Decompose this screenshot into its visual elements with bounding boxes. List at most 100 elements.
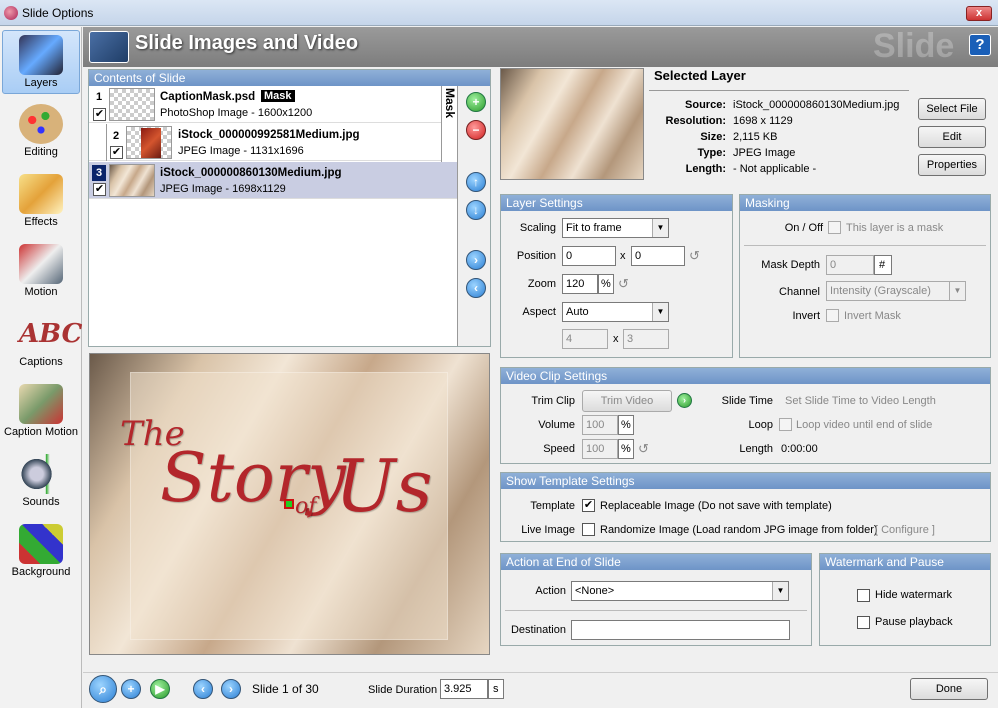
- resolution-value: 1698 x 1129: [733, 115, 793, 127]
- channel-dropdown[interactable]: Intensity (Grayscale) ▼: [826, 281, 966, 301]
- loop-label: Loop: [748, 419, 773, 431]
- selected-layer-thumbnail: [500, 68, 644, 180]
- aspect-height-input[interactable]: 3: [623, 329, 669, 349]
- layer-visible-checkbox[interactable]: ✔: [110, 146, 123, 159]
- volume-percent-unit: %: [618, 415, 634, 435]
- divider: [505, 610, 807, 611]
- next-slide-button[interactable]: ›: [221, 679, 241, 699]
- trim-video-button[interactable]: Trim Video: [582, 390, 672, 412]
- size-value: 2,115 KB: [733, 131, 778, 143]
- layer-thumbnail: [126, 126, 172, 159]
- slide-duration-input[interactable]: 3.925: [440, 679, 488, 699]
- reset-zoom-icon[interactable]: ↺: [618, 276, 629, 292]
- position-x-input[interactable]: 0: [562, 246, 616, 266]
- play-video-button[interactable]: ›: [677, 393, 692, 408]
- properties-button[interactable]: Properties: [918, 154, 986, 176]
- help-button[interactable]: ?: [969, 34, 991, 56]
- sidebar-item-sounds[interactable]: Sounds: [2, 450, 80, 514]
- select-file-button[interactable]: Select File: [918, 98, 986, 120]
- sidebar-item-label: Layers: [24, 77, 58, 89]
- speed-input[interactable]: 100: [582, 439, 618, 459]
- x-separator: x: [620, 250, 626, 262]
- layer-row-3[interactable]: 3 ✔ iStock_000000860130Medium.jpg JPEG I…: [89, 162, 457, 199]
- reset-speed-icon[interactable]: ↺: [638, 441, 649, 457]
- next-layer-button[interactable]: ›: [466, 250, 486, 270]
- previous-slide-button[interactable]: ‹: [193, 679, 213, 699]
- sidebar-item-editing[interactable]: Editing: [2, 100, 80, 164]
- action-dropdown[interactable]: <None> ▼: [571, 581, 789, 601]
- done-button[interactable]: Done: [910, 678, 988, 700]
- app-icon: [4, 6, 18, 20]
- template-settings-title: Show Template Settings: [501, 473, 990, 489]
- replaceable-image-checkbox[interactable]: ✔: [582, 499, 595, 512]
- length-value: - Not applicable -: [733, 163, 817, 175]
- onoff-label: On / Off: [784, 222, 823, 234]
- type-label: Type:: [697, 147, 726, 159]
- speed-percent-unit: %: [618, 439, 634, 459]
- pause-playback-label: Pause playback: [875, 616, 953, 628]
- sidebar-item-label: Motion: [24, 286, 58, 298]
- slide-time-link[interactable]: Set Slide Time to Video Length: [785, 395, 936, 407]
- scaling-dropdown[interactable]: Fit to frame ▼: [562, 218, 669, 238]
- sidebar-item-caption-motion[interactable]: Caption Motion: [2, 380, 80, 444]
- position-y-input[interactable]: 0: [631, 246, 685, 266]
- layer-description: JPEG Image - 1131x1696: [178, 145, 304, 157]
- zoom-in-icon[interactable]: +: [121, 679, 141, 699]
- layer-number: 1: [95, 91, 103, 103]
- move-layer-down-button[interactable]: ↓: [466, 200, 486, 220]
- reset-position-icon[interactable]: ↺: [689, 248, 700, 264]
- sidebar-item-label: Effects: [24, 216, 58, 228]
- add-layer-button[interactable]: +: [466, 92, 486, 112]
- position-handle[interactable]: [284, 499, 294, 509]
- scaling-value: Fit to frame: [566, 222, 622, 234]
- edit-button[interactable]: Edit: [918, 126, 986, 148]
- sidebar-item-effects[interactable]: Effects: [2, 170, 80, 234]
- play-preview-button[interactable]: ▶: [150, 679, 170, 699]
- sidebar-item-captions[interactable]: ABC Captions: [2, 310, 82, 374]
- randomize-image-label: Randomize Image (Load random JPG image f…: [600, 524, 878, 536]
- invert-mask-checkbox[interactable]: [826, 309, 839, 322]
- mask-badge: Mask: [261, 90, 295, 102]
- mask-tab[interactable]: Mask: [441, 86, 457, 162]
- sidebar-item-motion[interactable]: Motion: [2, 240, 80, 304]
- randomize-image-checkbox[interactable]: [582, 523, 595, 536]
- contents-panel: Contents of Slide 1 ✔ CaptionMask.psd Ma…: [88, 69, 491, 347]
- zoom-out-icon[interactable]: ⌕: [89, 675, 117, 703]
- mask-checkbox[interactable]: [828, 221, 841, 234]
- pause-playback-checkbox[interactable]: [857, 616, 870, 629]
- volume-input[interactable]: 100: [582, 415, 618, 435]
- layer-visible-checkbox[interactable]: ✔: [93, 108, 106, 121]
- zoom-input[interactable]: 120: [562, 274, 598, 294]
- hide-watermark-checkbox[interactable]: [857, 589, 870, 602]
- editing-palette-icon: [19, 104, 63, 144]
- layer-row-2[interactable]: 2 ✔ iStock_000000992581Medium.jpg JPEG I…: [89, 124, 457, 161]
- layer-thumbnail: [109, 88, 155, 121]
- page-title: Slide Images and Video: [135, 32, 359, 54]
- aspect-dropdown[interactable]: Auto ▼: [562, 302, 669, 322]
- caption-story: Story: [160, 439, 346, 518]
- slide-images-icon: [89, 31, 129, 63]
- effects-icon: [19, 174, 63, 214]
- aspect-label: Aspect: [522, 306, 556, 318]
- slide-preview[interactable]: The Story of Us: [89, 353, 490, 655]
- configure-link[interactable]: [ Configure ]: [875, 524, 935, 536]
- close-button[interactable]: x: [966, 6, 992, 21]
- destination-input[interactable]: [571, 620, 790, 640]
- length-label: Length:: [685, 163, 726, 175]
- selected-layer-section: Selected Layer Source: iStock_0000008601…: [499, 68, 991, 186]
- layer-visible-checkbox[interactable]: ✔: [93, 183, 106, 196]
- sidebar-item-background[interactable]: Background: [2, 520, 80, 584]
- move-layer-up-button[interactable]: ↑: [466, 172, 486, 192]
- layer-row-1[interactable]: 1 ✔ CaptionMask.psd Mask PhotoShop Image…: [89, 86, 457, 123]
- hide-watermark-label: Hide watermark: [875, 589, 953, 601]
- video-length-value: 0:00:00: [781, 443, 818, 455]
- destination-label: Destination: [510, 624, 566, 636]
- background-paint-icon: [19, 524, 63, 564]
- layers-icon: [19, 35, 63, 75]
- mask-depth-input[interactable]: 0: [826, 255, 874, 275]
- sidebar-item-layers[interactable]: Layers: [2, 30, 80, 94]
- previous-layer-button[interactable]: ‹: [466, 278, 486, 298]
- remove-layer-button[interactable]: −: [466, 120, 486, 140]
- aspect-width-input[interactable]: 4: [562, 329, 608, 349]
- loop-checkbox[interactable]: [779, 418, 792, 431]
